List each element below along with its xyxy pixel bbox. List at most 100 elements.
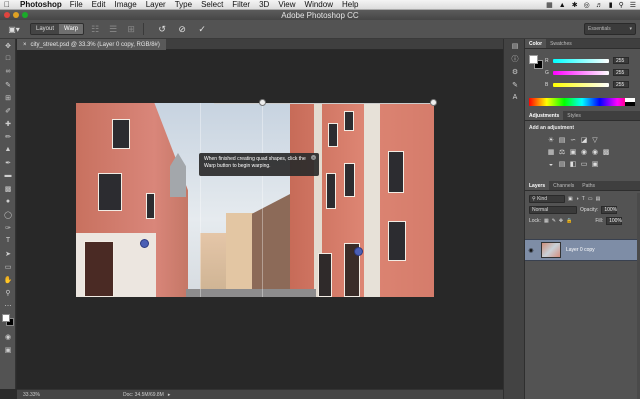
brush-tool-icon[interactable]: ✏ — [0, 130, 16, 143]
layer-row[interactable]: ◉ Layer 0 copy — [525, 239, 637, 261]
cancel-icon[interactable]: ⊘ — [175, 22, 189, 36]
commit-icon[interactable]: ✓ — [195, 22, 209, 36]
brush-panel-icon[interactable]: ✎ — [504, 78, 526, 91]
color-balance-icon[interactable]: ⚖ — [558, 149, 566, 157]
tab-styles[interactable]: Styles — [563, 111, 585, 120]
type-tool-icon[interactable]: T — [0, 234, 16, 247]
channel-mixer-icon[interactable]: ◉ — [591, 149, 599, 157]
auto-straighten-both-icon[interactable]: ⊞ — [124, 22, 138, 36]
lock-transparent-icon[interactable]: ▦ — [544, 218, 549, 224]
red-slider[interactable] — [553, 58, 609, 63]
menu-file[interactable]: File — [70, 0, 83, 9]
street-photo[interactable] — [76, 103, 434, 297]
posterize-icon[interactable]: ▤ — [558, 161, 566, 169]
fill-value[interactable]: 100% — [606, 216, 623, 225]
zoom-level[interactable]: 33.33% — [23, 392, 63, 398]
hand-tool-icon[interactable]: ✋ — [0, 273, 16, 286]
tray-icon[interactable]: ▲ — [559, 2, 566, 9]
tab-layers[interactable]: Layers — [525, 181, 550, 190]
auto-straighten-vertical-icon[interactable]: ☷ — [88, 22, 102, 36]
foreground-color-chip[interactable] — [529, 55, 538, 64]
tab-adjustments[interactable]: Adjustments — [525, 111, 564, 120]
warp-pin-right[interactable] — [354, 247, 363, 256]
reset-icon[interactable]: ↺ — [155, 22, 169, 36]
lock-all-icon[interactable]: 🔒 — [566, 218, 572, 224]
more-tools-icon[interactable]: ⋯ — [0, 299, 16, 312]
vibrance-icon[interactable]: ▽ — [591, 137, 599, 145]
perspective-warp-tool-icon[interactable]: ▣▾ — [6, 22, 22, 36]
tab-channels[interactable]: Channels — [549, 181, 578, 190]
invert-icon[interactable]: ◒ — [547, 161, 555, 169]
zoom-tool-icon[interactable]: ⚲ — [0, 286, 16, 299]
history-panel-icon[interactable]: ▤ — [504, 39, 526, 52]
black-white-icon[interactable]: ▣ — [569, 149, 577, 157]
layer-kind-filter[interactable]: ⚲ Kind — [529, 194, 565, 203]
layout-mode-button[interactable]: Layout — [31, 24, 60, 34]
lasso-tool-icon[interactable]: ∞ — [0, 65, 16, 78]
red-value[interactable]: 255 — [613, 57, 629, 64]
path-selection-tool-icon[interactable]: ➤ — [0, 247, 16, 260]
filter-shape-icon[interactable]: ▭ — [588, 196, 593, 202]
document-tab[interactable]: × city_street.psd @ 33.3% (Layer 0 copy,… — [17, 39, 166, 50]
blend-mode-select[interactable]: Normal — [529, 205, 577, 214]
spotlight-icon[interactable]: ⚲ — [619, 1, 624, 9]
quad-handle-top-right[interactable] — [430, 99, 437, 106]
color-spectrum-ramp[interactable] — [529, 98, 635, 106]
black-white-ramp[interactable] — [625, 98, 635, 106]
menu-app-name[interactable]: Photoshop — [20, 0, 62, 9]
apple-icon[interactable]:  — [4, 0, 14, 9]
menu-help[interactable]: Help — [342, 0, 358, 9]
menu-type[interactable]: Type — [175, 0, 192, 9]
gradient-map-icon[interactable]: ▭ — [580, 161, 588, 169]
brightness-contrast-icon[interactable]: ☀ — [547, 137, 555, 145]
exposure-icon[interactable]: ◪ — [580, 137, 588, 145]
filter-type-icon[interactable]: T — [582, 196, 585, 202]
tab-color[interactable]: Color — [525, 39, 547, 48]
layer-name[interactable]: Layer 0 copy — [566, 247, 595, 253]
menu-image[interactable]: Image — [114, 0, 136, 9]
pen-tool-icon[interactable]: ✑ — [0, 221, 16, 234]
menu-filter[interactable]: Filter — [232, 0, 250, 9]
color-lookup-icon[interactable]: ▩ — [602, 149, 610, 157]
auto-straighten-horizontal-icon[interactable]: ☰ — [106, 22, 120, 36]
history-brush-tool-icon[interactable]: ✒ — [0, 156, 16, 169]
filter-adjustment-icon[interactable]: ◑ — [576, 196, 579, 202]
info-panel-icon[interactable]: ⓘ — [504, 52, 526, 65]
volume-icon[interactable]: ♬ — [596, 2, 603, 9]
bluetooth-icon[interactable]: ✱ — [572, 1, 578, 9]
blue-slider[interactable] — [553, 82, 609, 87]
levels-icon[interactable]: ▤ — [558, 137, 566, 145]
opacity-value[interactable]: 100% — [601, 205, 618, 214]
menu-window[interactable]: Window — [305, 0, 333, 9]
clone-stamp-tool-icon[interactable]: ▲ — [0, 143, 16, 156]
threshold-icon[interactable]: ◧ — [569, 161, 577, 169]
quick-mask-icon[interactable]: ◉ — [0, 330, 16, 343]
lock-position-icon[interactable]: ✥ — [559, 218, 563, 224]
close-tab-icon[interactable]: × — [23, 42, 27, 48]
wifi-icon[interactable]: ◎ — [584, 1, 590, 9]
marquee-tool-icon[interactable]: □ — [0, 52, 16, 65]
tab-swatches[interactable]: Swatches — [546, 39, 576, 48]
blue-value[interactable]: 255 — [613, 81, 629, 88]
warp-pin-left[interactable] — [140, 239, 149, 248]
curves-icon[interactable]: ∽ — [569, 137, 577, 145]
selective-color-icon[interactable]: ▣ — [591, 161, 599, 169]
green-slider[interactable] — [553, 70, 609, 75]
character-panel-icon[interactable]: A — [504, 91, 526, 104]
green-value[interactable]: 255 — [613, 69, 629, 76]
menu-layer[interactable]: Layer — [146, 0, 166, 9]
shape-tool-icon[interactable]: ▭ — [0, 260, 16, 273]
warp-mode-button[interactable]: Warp — [59, 24, 84, 34]
menu-3d[interactable]: 3D — [259, 0, 269, 9]
menu-view[interactable]: View — [278, 0, 295, 9]
quick-selection-tool-icon[interactable]: ✎ — [0, 78, 16, 91]
move-tool-icon[interactable]: ✥ — [0, 39, 16, 52]
photo-filter-icon[interactable]: ◉ — [580, 149, 588, 157]
menu-edit[interactable]: Edit — [92, 0, 106, 9]
eraser-tool-icon[interactable]: ▬ — [0, 169, 16, 182]
foreground-color-swatch[interactable] — [2, 314, 10, 322]
lock-pixels-icon[interactable]: ✎ — [552, 218, 556, 224]
dodge-tool-icon[interactable]: ◯ — [0, 208, 16, 221]
filter-pixel-icon[interactable]: ▣ — [568, 196, 573, 202]
menu-select[interactable]: Select — [201, 0, 223, 9]
